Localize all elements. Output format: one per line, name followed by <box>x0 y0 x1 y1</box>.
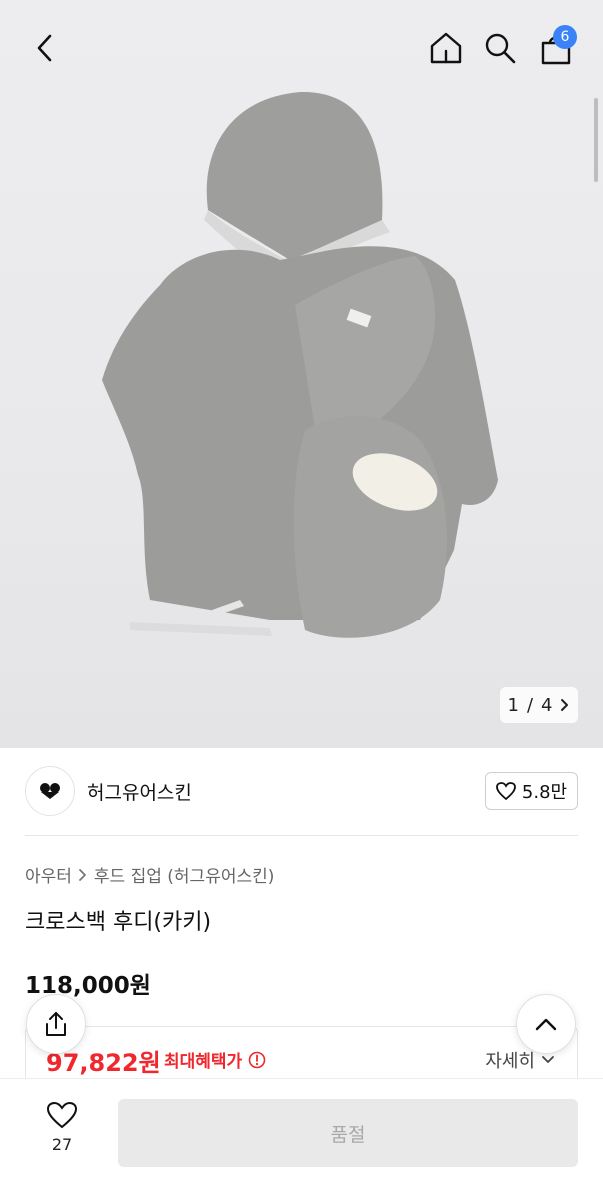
seller-logo-mark <box>40 783 60 799</box>
pager-total: 4 <box>541 694 553 716</box>
chevron-right-icon <box>79 868 86 881</box>
home-icon <box>430 32 462 64</box>
back-icon <box>37 34 52 62</box>
pager-current: 1 <box>507 694 519 716</box>
wish-button[interactable]: 27 <box>26 1101 98 1165</box>
max-benefit-box[interactable]: 97,822원 최대혜택가 자세히 <box>25 1026 578 1086</box>
home-button[interactable] <box>424 26 468 70</box>
share-icon <box>46 1012 66 1036</box>
top-nav-bar: 6 <box>0 0 603 96</box>
chevron-down-icon <box>542 1056 554 1063</box>
product-image-hoodie <box>102 91 498 638</box>
scroll-indicator <box>594 98 598 182</box>
product-image-gallery[interactable]: 6 1 / 4 <box>0 0 603 748</box>
cart-count-badge: 6 <box>553 25 577 49</box>
chevron-right-icon <box>561 699 569 711</box>
benefit-label: 최대혜택가 <box>164 1052 243 1072</box>
divider <box>25 835 578 836</box>
benefit-detail-label: 자세히 <box>485 1051 535 1072</box>
share-button[interactable] <box>26 994 86 1054</box>
brand-like-button[interactable]: 5.8만 <box>485 772 578 810</box>
breadcrumb: 아우터 후드 집업 (허그유어스킨) <box>25 862 274 887</box>
brand-like-count: 5.8만 <box>521 782 568 803</box>
seller-logo[interactable] <box>25 766 75 816</box>
search-button[interactable] <box>478 26 522 70</box>
back-button[interactable] <box>22 26 66 70</box>
bottom-action-bar: 27 품절 <box>0 1078 603 1200</box>
chevron-up-icon <box>535 1018 557 1031</box>
breadcrumb-category[interactable]: 아우터 <box>25 862 72 887</box>
product-title: 크로스백 후디(카키) <box>25 910 212 935</box>
seller-row[interactable]: 허그유어스킨 5.8만 <box>25 766 578 818</box>
product-price: 118,000원 <box>25 973 151 999</box>
soldout-button[interactable]: 품절 <box>118 1099 578 1167</box>
benefit-label-group: 최대혜택가 <box>164 1047 266 1072</box>
pager-separator: / <box>526 694 534 716</box>
image-pager[interactable]: 1 / 4 <box>500 687 578 723</box>
heart-icon <box>46 1101 78 1129</box>
heart-icon <box>496 782 516 800</box>
info-icon[interactable] <box>248 1051 266 1069</box>
seller-name[interactable]: 허그유어스킨 <box>87 778 192 805</box>
scroll-top-button[interactable] <box>516 994 576 1054</box>
search-icon <box>485 33 516 64</box>
breadcrumb-subcategory[interactable]: 후드 집업 (허그유어스킨) <box>94 862 274 887</box>
wish-count: 27 <box>51 1135 73 1154</box>
